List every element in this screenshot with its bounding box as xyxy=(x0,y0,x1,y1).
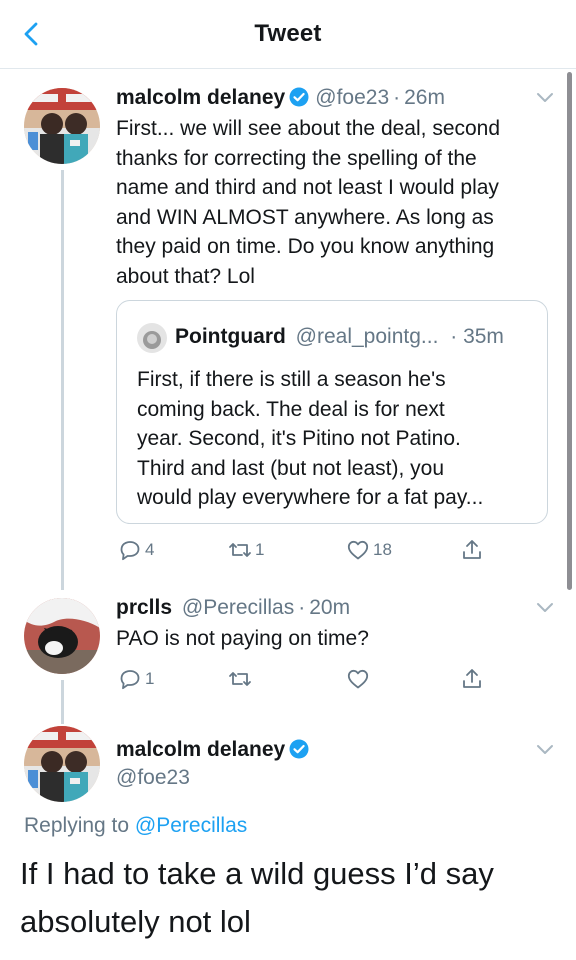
reply-button[interactable]: 1 xyxy=(118,666,154,692)
reply-icon xyxy=(120,541,140,561)
retweet-icon xyxy=(229,543,251,557)
author-handle[interactable]: @foe23 xyxy=(116,764,190,792)
quoted-text-line: year. Second, it's Pitino not Patino. xyxy=(137,427,461,451)
author-handle[interactable]: @foe23 xyxy=(315,86,389,109)
quoted-author-avatar xyxy=(137,323,167,353)
like-icon xyxy=(347,669,369,689)
thread-connector xyxy=(61,680,64,724)
tweet-timestamp[interactable]: 26m xyxy=(404,86,445,109)
tweet-timestamp[interactable]: 20m xyxy=(309,596,350,619)
tweet-text-line: name and third and not least I would pla… xyxy=(116,176,499,200)
tweet-text: PAO is not paying on time? xyxy=(116,627,369,650)
retweet-button[interactable]: 1 xyxy=(228,537,264,563)
reply-button[interactable]: 4 xyxy=(118,537,154,563)
retweet-count: 1 xyxy=(255,540,265,559)
tweet-text-line: First... we will see about the deal, sec… xyxy=(116,117,501,140)
replying-to-label: Replying to xyxy=(24,814,130,837)
time-separator: · xyxy=(298,596,306,619)
replying-to-line: Replying to @Perecillas xyxy=(24,814,247,838)
page-title: Tweet xyxy=(254,20,322,47)
avatar[interactable] xyxy=(24,88,100,164)
scrollbar[interactable] xyxy=(567,72,572,590)
author-name[interactable]: prclls xyxy=(116,596,172,619)
main-tweet-text-line: If I had to take a wild guess I’d say xyxy=(20,856,494,891)
verified-badge-icon xyxy=(289,87,309,107)
quoted-text-line: would play everywhere for a fat pay... xyxy=(137,486,484,510)
like-icon xyxy=(347,540,369,560)
tweet-text-line: about that? Lol xyxy=(116,265,255,288)
tweet-text-line: thanks for correcting the spelling of th… xyxy=(116,146,477,170)
author-name[interactable]: malcolm delaney xyxy=(116,86,285,109)
share-button[interactable] xyxy=(460,666,484,692)
share-icon xyxy=(463,540,481,559)
quoted-author-handle: @real_pointg... xyxy=(295,325,439,348)
tweet-text-line: and WIN ALMOST anywhere. As long as xyxy=(116,205,494,229)
quoted-text-line: coming back. The deal is for next xyxy=(137,397,445,421)
share-icon xyxy=(463,669,481,688)
top-navigation-bar: Tweet xyxy=(0,0,576,69)
tweet-author-row: prclls @Perecillas · 20m xyxy=(116,594,350,622)
main-tweet-text-line: absolutely not lol xyxy=(20,904,251,939)
chevron-down-icon[interactable] xyxy=(536,602,554,614)
avatar[interactable] xyxy=(24,726,100,802)
chevron-down-icon[interactable] xyxy=(536,92,554,104)
share-button[interactable] xyxy=(460,537,484,563)
quoted-text-line: Third and last (but not least), you xyxy=(137,456,444,480)
retweet-icon xyxy=(229,672,251,686)
like-button[interactable] xyxy=(346,666,370,692)
author-handle[interactable]: @Perecillas xyxy=(182,596,294,619)
like-count: 18 xyxy=(373,540,392,559)
retweet-button[interactable] xyxy=(228,666,252,692)
tweet-text-line: they paid on time. Do you know anything xyxy=(116,235,495,259)
tweet-action-bar: 1 xyxy=(116,666,516,692)
reply-count: 1 xyxy=(145,669,155,688)
quoted-author-name: Pointguard xyxy=(175,325,286,348)
reply-count: 4 xyxy=(145,540,155,559)
time-separator: · xyxy=(393,86,401,109)
tweet-action-bar: 4 1 18 xyxy=(116,537,516,563)
verified-badge-icon xyxy=(289,739,309,759)
like-button[interactable]: 18 xyxy=(346,537,392,563)
thread-connector xyxy=(61,170,64,590)
quoted-timestamp: · 35m xyxy=(450,325,504,348)
avatar[interactable] xyxy=(24,598,100,674)
main-tweet-author-name-row: malcolm delaney xyxy=(116,736,315,764)
replying-to-handle-link[interactable]: @Perecillas xyxy=(135,814,247,837)
reply-icon xyxy=(120,670,140,690)
tweet-author-row: malcolm delaney @foe23 · 26m xyxy=(116,84,445,112)
quoted-author-row: Pointguard @real_pointg... · 35m xyxy=(175,323,504,351)
chevron-down-icon[interactable] xyxy=(536,744,554,756)
author-name[interactable]: malcolm delaney xyxy=(116,738,285,761)
quoted-text-line: First, if there is still a season he's xyxy=(137,368,446,391)
quoted-tweet-card[interactable]: Pointguard @real_pointg... · 35m First, … xyxy=(116,300,548,524)
